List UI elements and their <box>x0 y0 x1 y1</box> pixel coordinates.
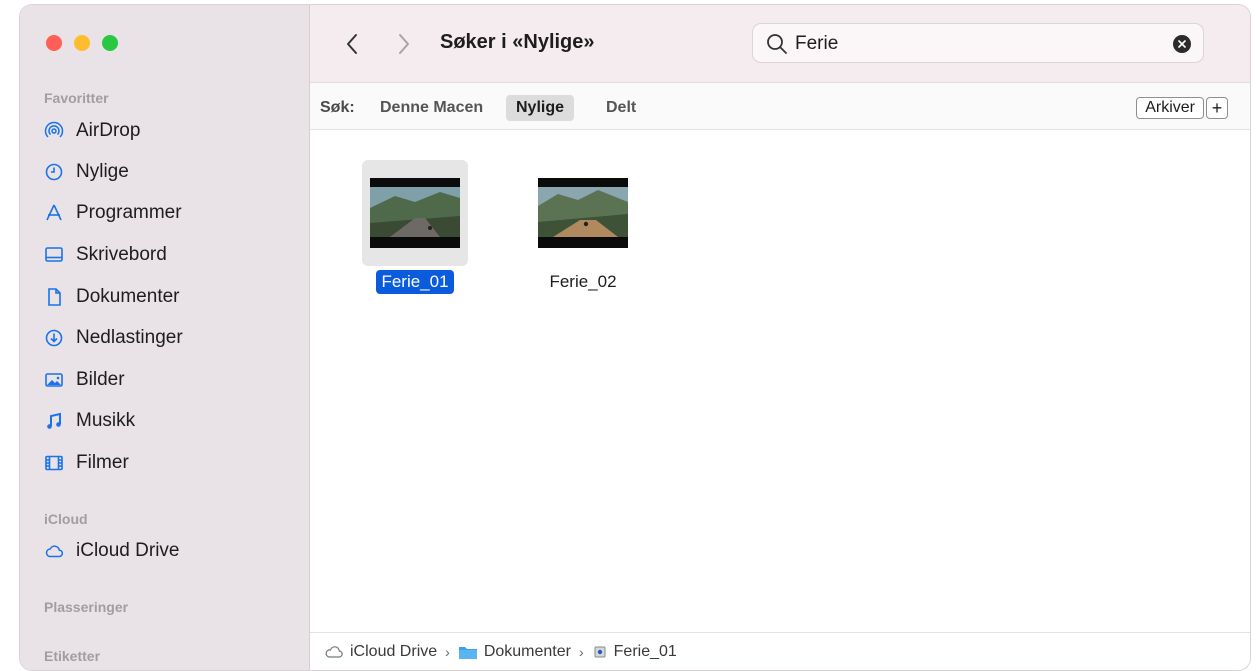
window-controls <box>46 35 118 51</box>
video-file-icon <box>594 646 606 657</box>
folder-icon <box>458 646 477 659</box>
chevron-left-icon <box>347 34 357 54</box>
document-icon <box>44 287 64 307</box>
search-scope-bar: Søk: Denne Macen Nylige Delt Arkiver + <box>310 83 1250 130</box>
file-name[interactable]: Ferie_01 <box>376 270 454 294</box>
file-browser: Ferie_01 Ferie_02 <box>310 130 1250 632</box>
applications-icon <box>44 203 64 223</box>
sidebar-item-icloud-drive[interactable]: iCloud Drive <box>44 536 294 566</box>
sidebar-item-label: iCloud Drive <box>76 540 180 561</box>
file-item-ferie-01[interactable]: Ferie_01 <box>360 160 470 294</box>
path-separator: › <box>445 643 450 660</box>
download-icon <box>44 328 64 348</box>
chevron-right-icon <box>399 34 409 54</box>
sidebar-section-favorites: Favoritter <box>44 90 109 106</box>
clear-search-button[interactable] <box>1173 35 1191 53</box>
close-icon <box>1178 40 1186 48</box>
video-thumbnail <box>538 178 628 248</box>
sidebar-item-label: Nedlastinger <box>76 327 183 348</box>
path-segment-icloud-drive[interactable]: iCloud Drive <box>324 643 437 661</box>
sidebar-item-pictures[interactable]: Bilder <box>44 365 294 395</box>
sidebar: Favoritter AirDrop Nylige Programmer Skr… <box>20 5 310 670</box>
scope-label: Søk: <box>320 99 355 116</box>
sidebar-section-tags[interactable]: Etiketter <box>44 648 100 664</box>
file-name[interactable]: Ferie_02 <box>544 270 621 294</box>
sidebar-item-label: Dokumenter <box>76 286 180 307</box>
save-search-button[interactable]: Arkiver <box>1136 97 1204 119</box>
music-icon <box>44 411 64 431</box>
path-segment-label: Ferie_01 <box>613 642 677 660</box>
sidebar-item-label: Musikk <box>76 410 136 431</box>
path-segment-file[interactable]: Ferie_01 <box>592 643 677 661</box>
sidebar-item-label: Programmer <box>76 202 182 223</box>
forward-button[interactable] <box>392 29 416 59</box>
video-thumbnail <box>370 178 460 248</box>
sidebar-item-label: Bilder <box>76 369 125 390</box>
search-input[interactable]: Ferie <box>795 33 838 55</box>
sidebar-item-applications[interactable]: Programmer <box>44 198 294 228</box>
sidebar-item-documents[interactable]: Dokumenter <box>44 282 294 312</box>
sidebar-item-downloads[interactable]: Nedlastinger <box>44 323 294 353</box>
pictures-icon <box>44 370 64 390</box>
scope-recents[interactable]: Nylige <box>506 95 575 121</box>
sidebar-item-label: AirDrop <box>76 120 141 141</box>
sidebar-section-icloud: iCloud <box>44 511 88 527</box>
back-button[interactable] <box>340 29 364 59</box>
sidebar-item-music[interactable]: Musikk <box>44 406 294 436</box>
file-item-ferie-02[interactable]: Ferie_02 <box>528 160 638 294</box>
sidebar-item-movies[interactable]: Filmer <box>44 448 294 478</box>
desktop-icon <box>44 245 64 265</box>
sidebar-item-label: Skrivebord <box>76 244 167 265</box>
path-segment-documents[interactable]: Dokumenter <box>458 643 571 661</box>
airdrop-icon <box>44 121 64 141</box>
toolbar: Søker i «Nylige» Ferie <box>310 5 1250 83</box>
search-field[interactable]: Ferie <box>752 23 1204 63</box>
sidebar-item-airdrop[interactable]: AirDrop <box>44 116 294 146</box>
add-criteria-button[interactable]: + <box>1206 97 1228 119</box>
path-separator: › <box>578 643 584 660</box>
cloud-icon <box>44 541 64 561</box>
path-bar: iCloud Drive › Dokumenter › Ferie_01 <box>310 632 1250 670</box>
scope-shared[interactable]: Delt <box>596 95 646 121</box>
sidebar-item-label: Filmer <box>76 452 129 473</box>
sidebar-section-locations[interactable]: Plasseringer <box>44 599 128 615</box>
file-thumbnail-frame <box>530 160 636 266</box>
path-segment-label: iCloud Drive <box>350 642 438 660</box>
file-thumbnail-frame <box>362 160 468 266</box>
scope-this-mac[interactable]: Denne Macen <box>370 95 493 121</box>
path-segment-label: Dokumenter <box>483 642 571 660</box>
sidebar-item-desktop[interactable]: Skrivebord <box>44 240 294 270</box>
finder-window: Favoritter AirDrop Nylige Programmer Skr… <box>20 5 1250 670</box>
close-window-button[interactable] <box>46 35 62 51</box>
sidebar-item-label: Nylige <box>76 161 129 182</box>
clock-icon <box>44 162 64 182</box>
window-title: Søker i «Nylige» <box>440 31 595 53</box>
sidebar-item-recents[interactable]: Nylige <box>44 157 294 187</box>
search-icon <box>767 34 787 54</box>
zoom-window-button[interactable] <box>102 35 118 51</box>
cloud-icon <box>325 645 343 658</box>
film-icon <box>44 453 64 473</box>
minimize-window-button[interactable] <box>74 35 90 51</box>
